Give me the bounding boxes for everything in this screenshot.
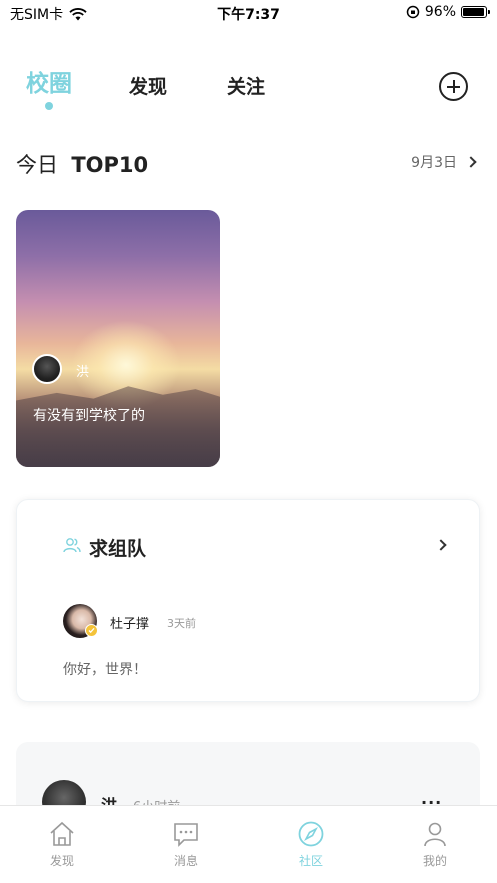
nav-discover[interactable]: 发现	[0, 806, 124, 883]
home-icon	[50, 821, 74, 846]
nav-me[interactable]: 我的	[373, 806, 497, 883]
tab-discover[interactable]: 发现	[129, 72, 167, 99]
plus-circle-icon[interactable]	[439, 72, 468, 101]
team-username: 杜子撑	[110, 617, 150, 632]
featured-post-card[interactable]: 洪 有没有到学校了的	[16, 210, 220, 467]
chevron-right-icon	[465, 156, 477, 168]
tab-follow[interactable]: 关注	[227, 72, 265, 99]
nav-messages[interactable]: 消息	[124, 806, 248, 883]
post-caption: 有没有到学校了的	[33, 408, 145, 424]
top10-title: 今日 TOP10	[16, 149, 148, 179]
nav-community[interactable]: 社区	[249, 806, 373, 883]
nav-label: 消息	[173, 854, 198, 868]
team-card[interactable]: 求组队 杜子撑 3天前 你好，世界！	[16, 499, 480, 702]
compass-icon	[298, 821, 324, 847]
bottom-nav: 发现 消息 社区 我的	[0, 805, 497, 883]
post-username: 洪	[76, 365, 90, 380]
status-right: 96%	[406, 4, 490, 20]
battery-icon	[461, 6, 490, 18]
top10-date: 9月3日	[411, 155, 457, 171]
team-post-text: 你好，世界！	[63, 662, 147, 678]
chevron-right-icon[interactable]	[435, 539, 447, 551]
group-icon	[63, 538, 81, 553]
battery-percent: 96%	[424, 4, 456, 20]
team-time: 3天前	[167, 617, 196, 630]
top10-prefix: 今日	[16, 153, 58, 177]
team-title: 求组队	[89, 538, 147, 560]
status-bar: 无SIM卡 下午7:37 96%	[0, 0, 497, 26]
tab-campus[interactable]: 校圈	[26, 64, 72, 98]
message-icon	[174, 823, 198, 847]
avatar[interactable]	[32, 354, 62, 384]
verified-badge-icon	[85, 624, 98, 637]
nav-label: 发现	[49, 854, 74, 868]
nav-label: 社区	[298, 854, 323, 868]
user-icon	[424, 822, 446, 847]
top10-main: TOP10	[71, 153, 149, 177]
active-tab-indicator	[45, 102, 53, 110]
top10-date-link[interactable]: 9月3日	[411, 152, 477, 172]
orientation-lock-icon	[406, 5, 420, 19]
top-tabs: 校圈 发现 关注	[0, 60, 497, 110]
nav-label: 我的	[422, 854, 447, 868]
battery-fill	[463, 8, 485, 16]
